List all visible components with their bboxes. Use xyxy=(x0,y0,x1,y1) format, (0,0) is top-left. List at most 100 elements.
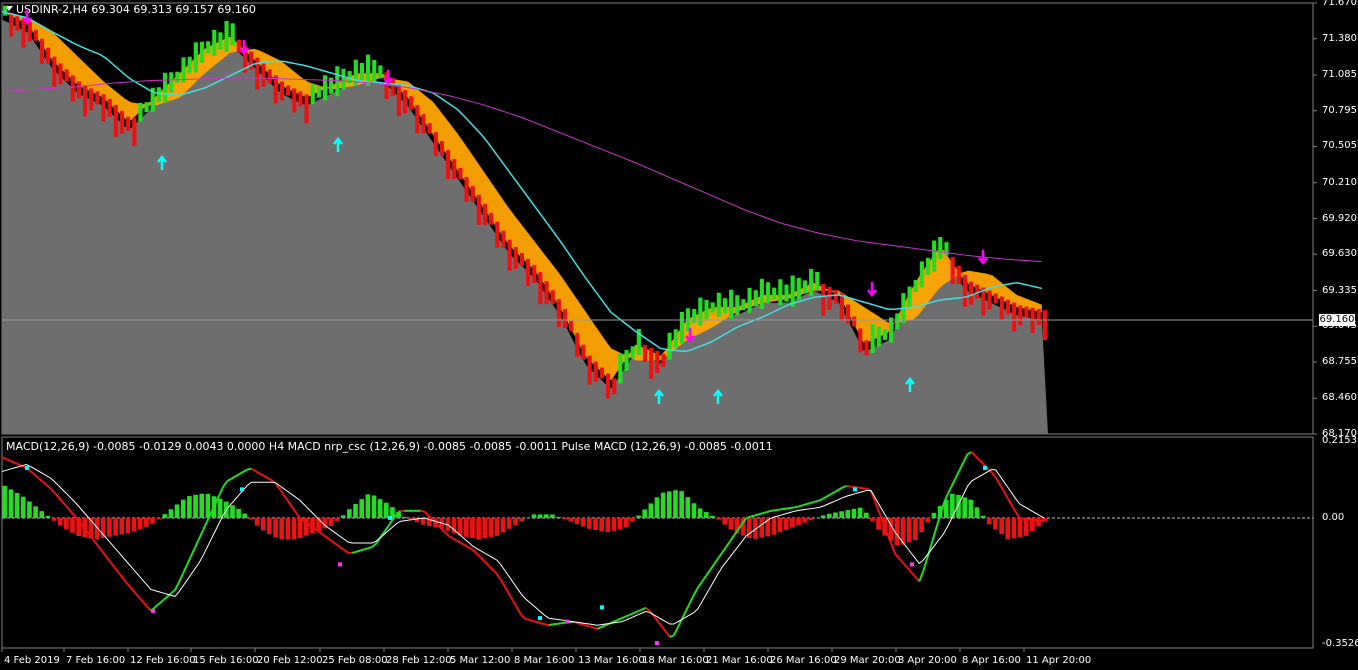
macd-histogram-bar xyxy=(845,510,851,518)
macd-histogram-bar xyxy=(14,493,20,518)
macd-pane-frame xyxy=(1,436,1314,649)
price-bar xyxy=(1036,308,1041,325)
price-bar xyxy=(956,265,961,284)
price-bar xyxy=(138,102,143,122)
price-bar xyxy=(765,282,771,304)
price-bar xyxy=(402,90,408,114)
macd-histogram-bar xyxy=(839,511,844,518)
price-bar xyxy=(267,69,272,84)
macd-line-segment xyxy=(278,488,285,496)
macd-axis-label: 0.00 xyxy=(1322,511,1345,523)
time-axis-label: 8 Mar 16:00 xyxy=(514,655,575,666)
macd-histogram-bar xyxy=(863,512,869,518)
macd-line-segment xyxy=(319,531,325,537)
macd-histogram-bar xyxy=(260,517,266,531)
macd-line-segment xyxy=(890,542,897,555)
macd-line-segment xyxy=(693,587,699,596)
price-bar xyxy=(286,85,291,96)
macd-line-segment xyxy=(222,480,229,488)
macd-line-segment xyxy=(258,472,264,477)
price-bar xyxy=(95,91,100,105)
macd-histogram-bar xyxy=(759,517,764,538)
macd-line-segment xyxy=(499,579,506,588)
macd-line-segment xyxy=(238,470,244,475)
price-bar xyxy=(772,287,777,300)
macd-histogram-bar xyxy=(931,512,937,518)
chart-canvas[interactable] xyxy=(0,0,1358,670)
price-bar xyxy=(310,84,315,105)
price-bar xyxy=(790,275,795,307)
price-bar xyxy=(692,308,697,323)
macd-line-segment xyxy=(633,610,639,615)
macd-line-segment xyxy=(524,617,530,621)
macd-histogram-bar xyxy=(125,517,131,534)
macd-histogram-bar xyxy=(783,517,789,530)
macd-line-segment xyxy=(978,459,985,465)
macd-line-segment xyxy=(782,507,787,511)
price-bar xyxy=(273,75,278,104)
macd-histogram-bar xyxy=(365,494,371,518)
macd-histogram-bar xyxy=(851,508,857,518)
macd-histogram-bar xyxy=(568,517,574,522)
current-price-tag: 69.160 xyxy=(1319,314,1355,326)
macd-histogram-bar xyxy=(230,505,235,518)
macd-line-segment xyxy=(230,475,236,480)
macd-line-segment xyxy=(327,537,333,542)
macd-histogram-bar xyxy=(913,517,918,541)
price-bar xyxy=(3,5,8,16)
price-bar xyxy=(298,91,303,107)
macd-line-segment xyxy=(134,591,140,598)
price-bar xyxy=(64,69,69,82)
macd-line-segment xyxy=(154,603,160,609)
macd-line-segment xyxy=(282,494,289,502)
macd-line-segment xyxy=(762,511,767,515)
macd-line-segment xyxy=(121,577,128,584)
macd-line-segment xyxy=(113,566,120,574)
price-bar xyxy=(230,23,235,46)
macd-histogram-bar xyxy=(857,507,863,518)
macd-line-segment xyxy=(786,507,791,510)
macd-histogram-bar xyxy=(968,499,974,518)
macd-histogram-bar xyxy=(956,494,961,518)
macd-histogram-bar xyxy=(94,517,100,540)
price-bar xyxy=(1018,305,1023,326)
macd-histogram-bar xyxy=(377,499,383,518)
macd-line-segment xyxy=(585,624,590,628)
macd-histogram-bar xyxy=(248,517,254,520)
macd-histogram-bar xyxy=(1017,517,1023,538)
macd-cross-marker xyxy=(983,465,987,470)
macd-line-segment xyxy=(613,619,618,623)
price-bar xyxy=(962,274,968,307)
macd-line-segment xyxy=(822,495,828,500)
macd-histogram-bar xyxy=(242,513,248,518)
macd-line-segment xyxy=(553,622,558,626)
price-bar xyxy=(199,41,205,63)
price-bar xyxy=(605,373,611,399)
macd-line-segment xyxy=(998,483,1005,492)
price-bar xyxy=(938,236,943,259)
macd-histogram-bar xyxy=(703,512,709,518)
price-bar xyxy=(76,81,81,99)
macd-line-segment xyxy=(443,531,450,537)
macd-histogram-bar xyxy=(919,517,924,533)
price-bar xyxy=(113,104,118,137)
macd-line-segment xyxy=(858,486,864,490)
price-bar xyxy=(513,246,518,269)
macd-cross-marker xyxy=(600,605,604,610)
macd-line-segment xyxy=(218,486,225,496)
price-bar xyxy=(907,286,912,308)
price-bar xyxy=(341,68,346,90)
price-bar xyxy=(655,350,660,373)
macd-line-segment xyxy=(894,553,900,559)
macd-line-segment xyxy=(850,485,856,489)
macd-histogram-bar xyxy=(611,517,617,531)
price-bar xyxy=(796,278,801,301)
macd-cross-marker xyxy=(853,487,857,492)
price-bar xyxy=(489,212,494,225)
price-bar xyxy=(673,329,678,348)
macd-line-segment xyxy=(766,510,771,514)
macd-histogram-bar xyxy=(482,517,488,539)
macd-line-segment xyxy=(645,607,651,612)
macd-histogram-bar xyxy=(187,496,192,518)
price-bar xyxy=(562,308,568,328)
